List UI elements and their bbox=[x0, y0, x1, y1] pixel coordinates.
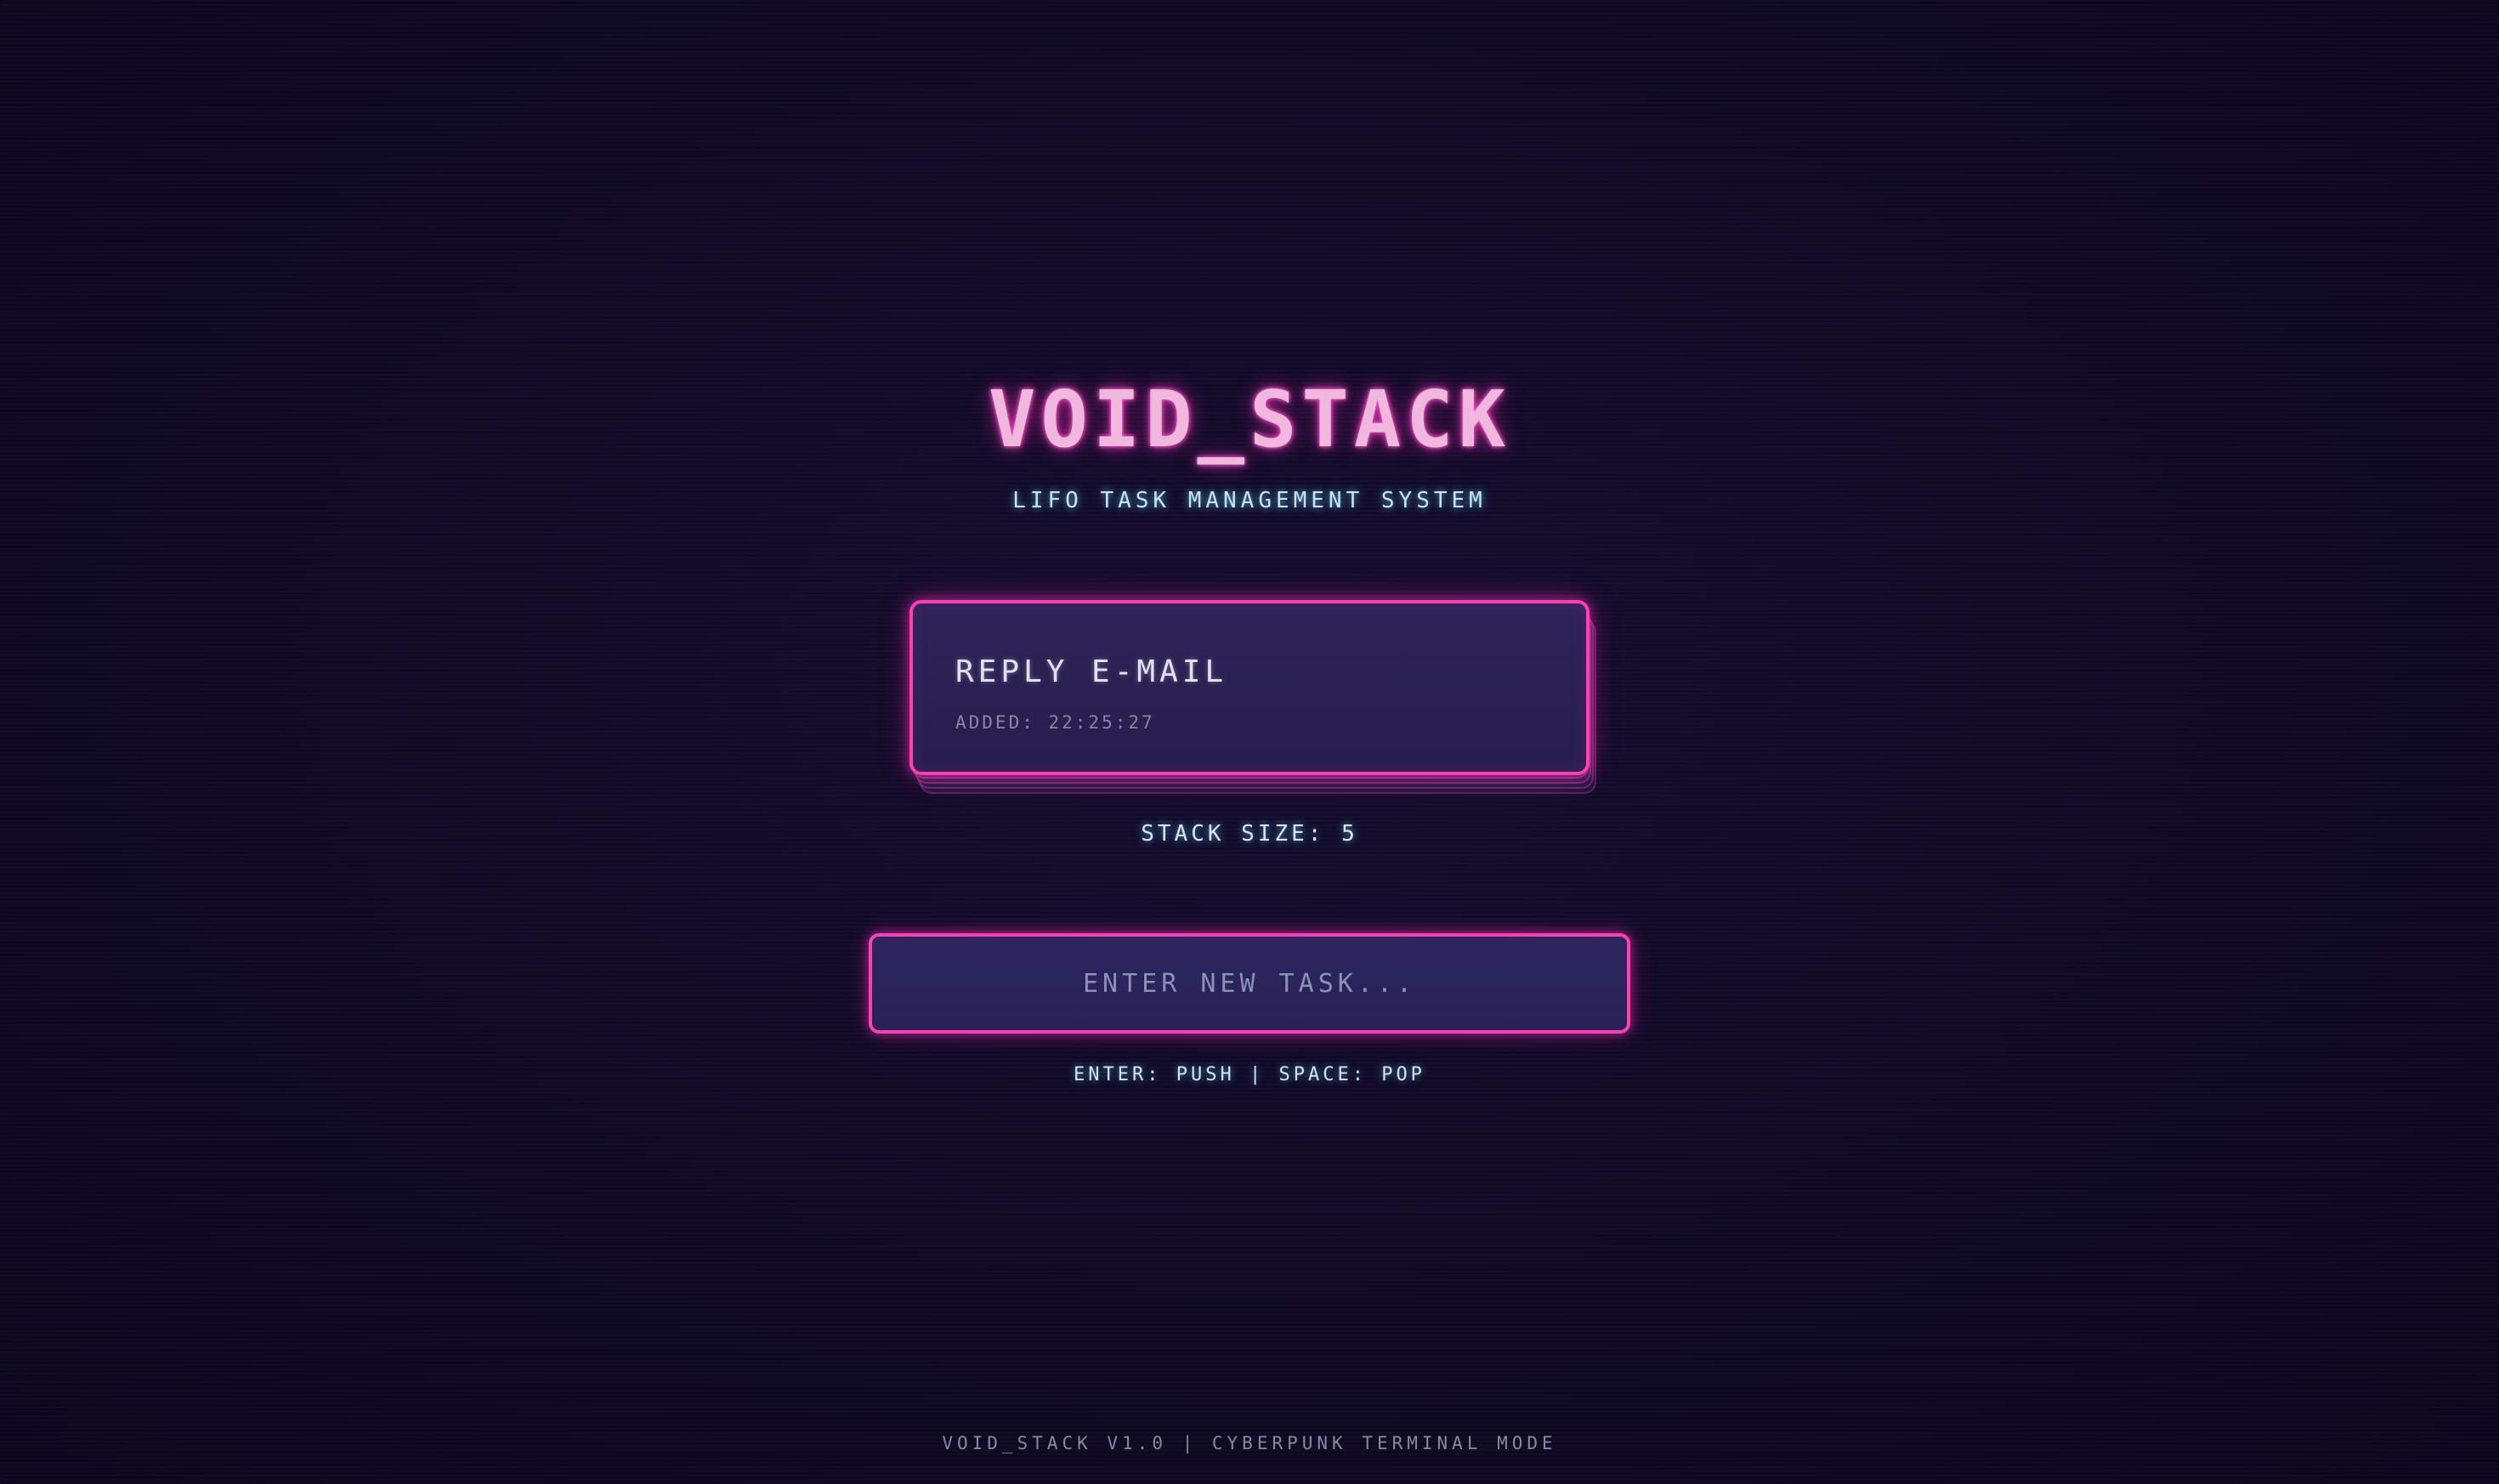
task-stack: REPLY E-MAIL ADDED: 22:25:27 bbox=[910, 600, 1596, 797]
task-added-time: ADDED: 22:25:27 bbox=[955, 712, 1155, 733]
top-task-card[interactable]: REPLY E-MAIL ADDED: 22:25:27 bbox=[910, 600, 1590, 775]
new-task-input[interactable] bbox=[869, 933, 1630, 1034]
app-title: VOID_STACK bbox=[989, 374, 1510, 465]
keyboard-hint: ENTER: PUSH | SPACE: POP bbox=[1074, 1064, 1425, 1085]
app-screen: VOID_STACK LIFO TASK MANAGEMENT SYSTEM R… bbox=[0, 0, 2499, 1484]
app-subtitle: LIFO TASK MANAGEMENT SYSTEM bbox=[1012, 488, 1487, 513]
stack-size-label: STACK SIZE: 5 bbox=[1141, 821, 1358, 847]
task-title: REPLY E-MAIL bbox=[955, 654, 1228, 689]
footer-text: VOID_STACK V1.0 | CYBERPUNK TERMINAL MOD… bbox=[942, 1433, 1557, 1453]
